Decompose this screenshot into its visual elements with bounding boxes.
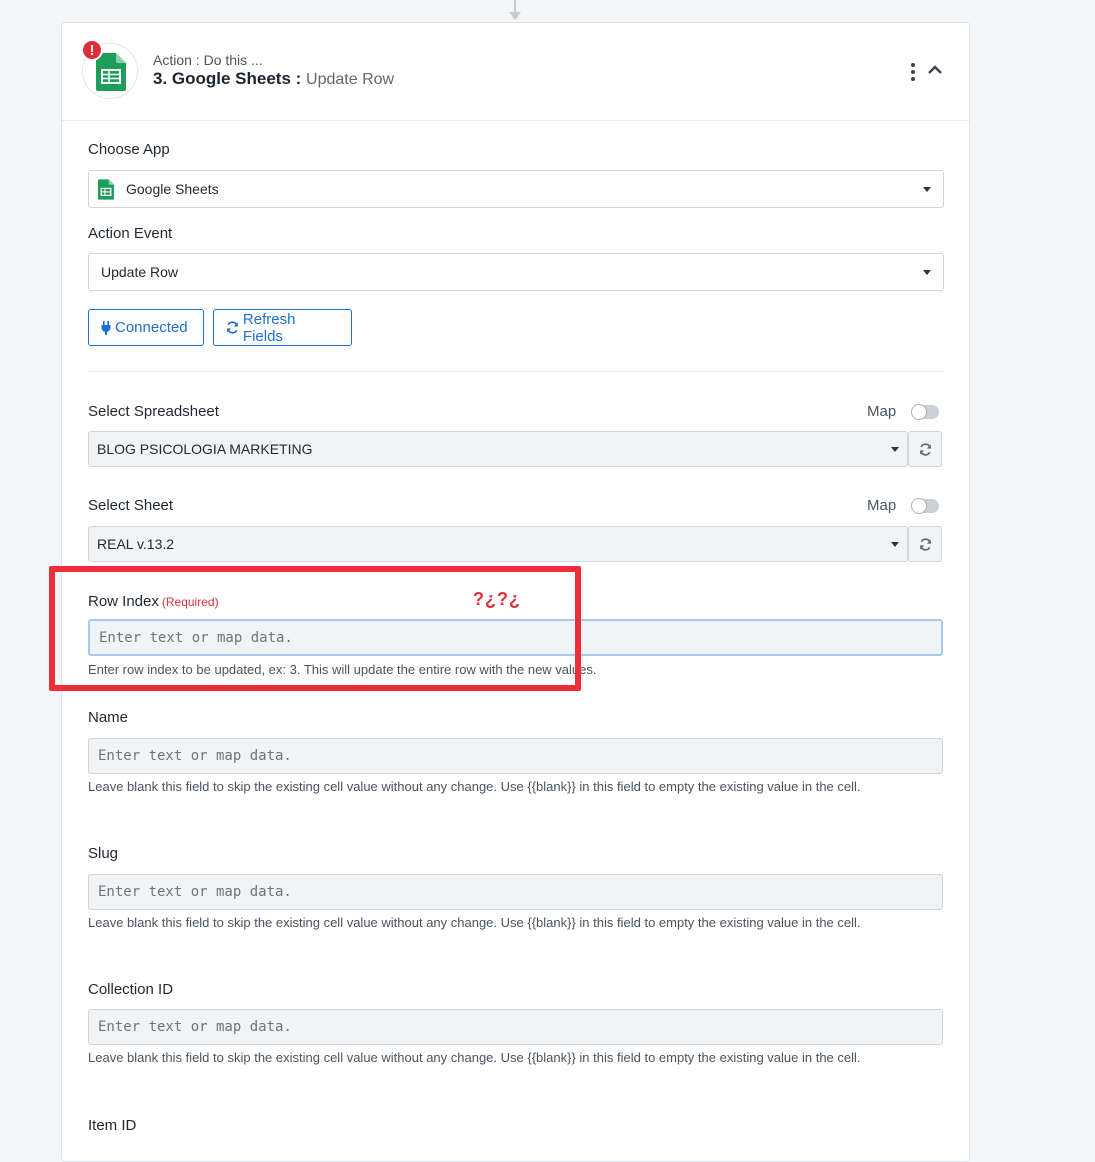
refresh-icon xyxy=(227,321,238,334)
caret-down-icon xyxy=(923,270,931,275)
spreadsheet-value: BLOG PSICOLOGIA MARKETING xyxy=(97,441,313,457)
step-subtitle: Action : Do this ... xyxy=(153,52,263,68)
connected-button[interactable]: Connected xyxy=(88,309,204,346)
select-sheet-label: Select Sheet xyxy=(88,497,174,514)
step-header[interactable]: ! Action : Do this ... 3. Google Sheets … xyxy=(62,23,969,121)
action-event-value: Update Row xyxy=(101,264,179,280)
choose-app-label: Choose App xyxy=(88,141,170,158)
plug-icon xyxy=(101,320,111,335)
select-spreadsheet-dropdown[interactable]: BLOG PSICOLOGIA MARKETING xyxy=(88,431,908,467)
spreadsheet-map-label: Map xyxy=(867,403,897,420)
refresh-fields-label: Refresh Fields xyxy=(242,310,296,345)
google-sheets-icon xyxy=(96,53,126,91)
annotation-question-marks: ?¿?¿ xyxy=(473,589,521,609)
caret-down-icon xyxy=(891,542,899,547)
row-index-input[interactable] xyxy=(88,619,943,656)
collection-id-input[interactable] xyxy=(88,1009,943,1045)
sheet-value: REAL v.13.2 xyxy=(97,536,175,552)
action-event-label: Action Event xyxy=(88,225,173,242)
row-index-help: Enter row index to be updated, ex: 3. Th… xyxy=(88,662,597,677)
error-alert-icon: ! xyxy=(81,39,103,61)
row-index-label-text: Row Index xyxy=(88,593,159,610)
step-title-event: Update Row xyxy=(306,71,395,88)
choose-app-value: Google Sheets xyxy=(126,181,219,197)
google-sheets-icon xyxy=(98,178,114,200)
slug-help: Leave blank this field to skip the exist… xyxy=(88,915,861,930)
refresh-fields-button[interactable]: Refresh Fields xyxy=(213,309,352,346)
collection-id-help: Leave blank this field to skip the exist… xyxy=(88,1050,861,1065)
more-options-icon[interactable] xyxy=(908,63,918,81)
choose-app-select[interactable]: Google Sheets xyxy=(88,170,944,208)
action-event-select[interactable]: Update Row xyxy=(88,253,944,291)
name-input[interactable] xyxy=(88,738,943,774)
required-marker: (Required) xyxy=(161,595,219,609)
sheet-refresh-button[interactable] xyxy=(908,526,942,562)
sheet-map-label: Map xyxy=(867,497,897,514)
select-sheet-dropdown[interactable]: REAL v.13.2 xyxy=(88,526,908,562)
item-id-label: Item ID xyxy=(88,1117,137,1134)
chevron-up-icon[interactable] xyxy=(928,65,942,75)
name-help: Leave blank this field to skip the exist… xyxy=(88,779,861,794)
caret-down-icon xyxy=(923,187,931,192)
sheet-map-toggle[interactable] xyxy=(911,498,939,514)
slug-label: Slug xyxy=(88,845,119,862)
caret-down-icon xyxy=(891,447,899,452)
refresh-icon xyxy=(919,537,931,551)
refresh-icon xyxy=(919,442,931,456)
name-label: Name xyxy=(88,709,129,726)
flow-connector-arrow-icon xyxy=(509,12,521,20)
collection-id-label: Collection ID xyxy=(88,981,174,998)
spreadsheet-refresh-button[interactable] xyxy=(908,431,942,467)
step-title: 3. Google Sheets : Update Row xyxy=(153,69,394,89)
row-index-label: Row Index (Required) xyxy=(88,593,219,610)
slug-input[interactable] xyxy=(88,874,943,910)
spreadsheet-map-toggle[interactable] xyxy=(911,404,939,420)
connected-label: Connected xyxy=(115,319,188,336)
section-divider xyxy=(88,371,944,372)
select-spreadsheet-label: Select Spreadsheet xyxy=(88,403,219,420)
step-title-app: 3. Google Sheets : xyxy=(153,69,302,88)
